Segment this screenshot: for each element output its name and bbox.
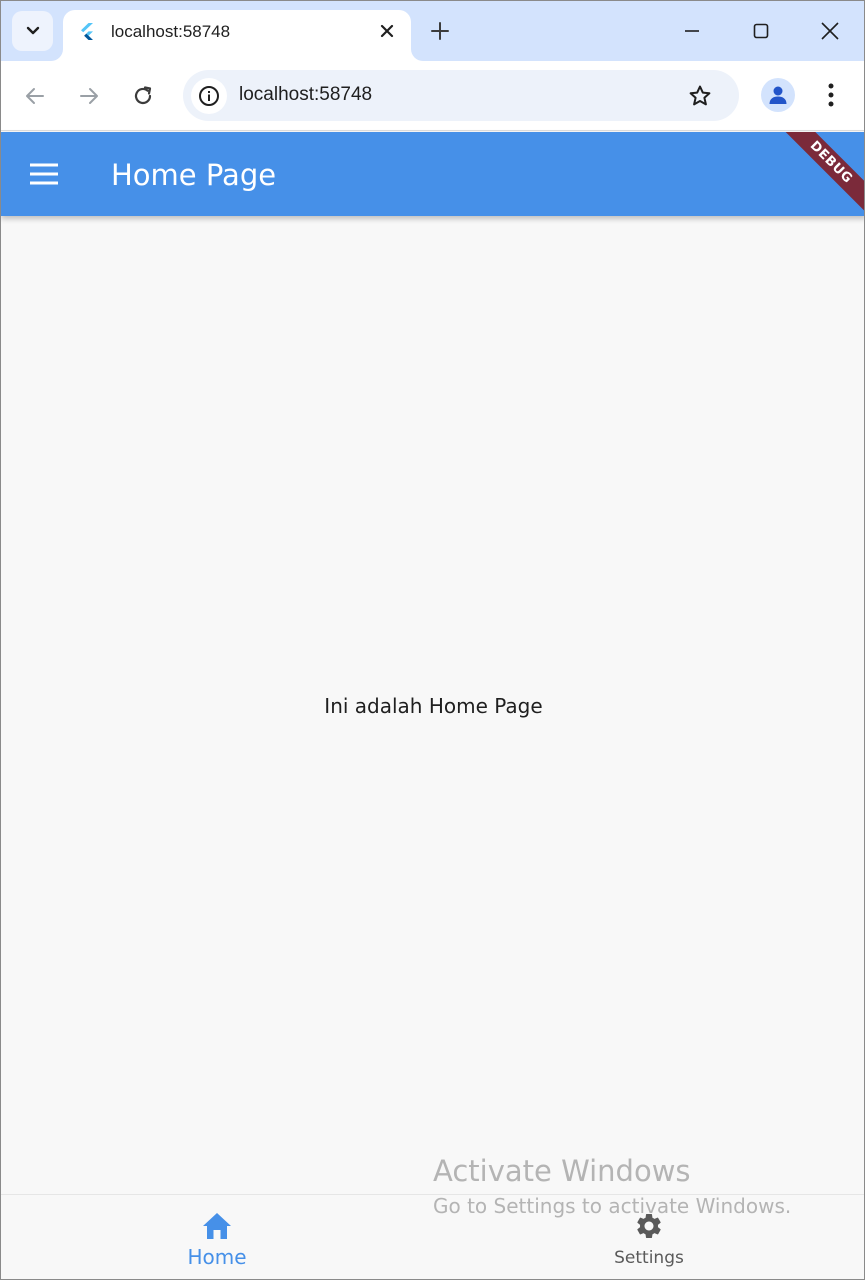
tab-title: localhost:58748	[111, 22, 231, 41]
maximize-icon	[753, 23, 769, 39]
site-info-button[interactable]	[191, 78, 227, 114]
forward-button[interactable]	[71, 78, 107, 114]
arrow-right-icon	[80, 88, 98, 104]
close-icon	[380, 24, 394, 38]
maximize-button[interactable]	[738, 13, 784, 49]
activate-windows-watermark: Activate Windows Go to Settings to activ…	[433, 1154, 791, 1218]
new-tab-button[interactable]	[427, 18, 453, 44]
url-text[interactable]: localhost:58748	[239, 84, 372, 106]
close-icon	[821, 22, 839, 40]
page-body: Ini adalah Home Page	[1, 216, 864, 1194]
profile-button[interactable]	[761, 78, 795, 112]
tab-close-button[interactable]	[376, 20, 398, 42]
browser-menu-button[interactable]	[817, 81, 845, 109]
info-icon	[199, 86, 219, 106]
page-title: Home Page	[111, 158, 277, 192]
flutter-icon	[81, 23, 93, 40]
nav-label-home: Home	[187, 1245, 247, 1269]
star-icon	[689, 85, 711, 106]
home-message: Ini adalah Home Page	[324, 694, 543, 718]
minimize-icon	[685, 30, 699, 32]
bookmark-button[interactable]	[686, 82, 714, 110]
minimize-button[interactable]	[669, 13, 715, 49]
active-tab[interactable]: localhost:58748	[63, 10, 411, 61]
app-bar: Home Page DEBUG	[1, 132, 864, 216]
watermark-subtitle: Go to Settings to activate Windows.	[433, 1194, 792, 1218]
arrow-left-icon	[26, 88, 44, 104]
person-icon	[769, 86, 787, 104]
chevron-down-icon	[26, 26, 39, 35]
reload-icon	[134, 86, 152, 105]
browser-toolbar: localhost:58748	[1, 61, 864, 131]
home-icon	[199, 1209, 235, 1243]
tab-search-button[interactable]	[12, 11, 53, 51]
address-bar[interactable]: localhost:58748	[183, 70, 739, 121]
watermark-title: Activate Windows	[433, 1154, 691, 1188]
drawer-menu-button[interactable]	[27, 160, 61, 188]
window-close-button[interactable]	[807, 13, 853, 49]
back-button[interactable]	[17, 78, 53, 114]
nav-item-home[interactable]: Home	[1, 1195, 433, 1279]
more-vert-icon	[828, 83, 834, 107]
reload-button[interactable]	[125, 78, 161, 114]
debug-banner: DEBUG	[770, 132, 864, 216]
nav-label-settings: Settings	[614, 1248, 684, 1268]
plus-icon	[431, 22, 449, 40]
tab-strip: localhost:58748	[1, 1, 864, 61]
browser-window: localhost:58748 localhost:58748 Home Pag…	[0, 0, 865, 1280]
menu-icon	[30, 163, 58, 185]
